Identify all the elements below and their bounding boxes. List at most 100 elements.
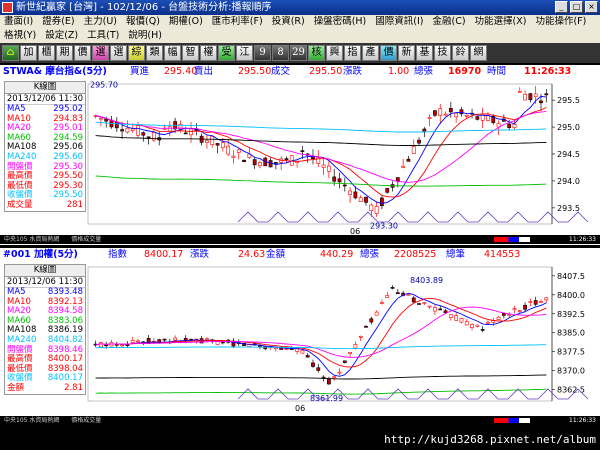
window-controls: _ □ × [555, 1, 598, 13]
candle-body [220, 142, 225, 148]
toolbar-button[interactable]: 鈴 [452, 45, 469, 61]
candle-body [539, 100, 543, 104]
candle-body [231, 155, 236, 158]
low-annotation: 293.30 [370, 222, 398, 231]
menu-item[interactable]: 說明(H) [128, 29, 162, 43]
toolbar-button[interactable]: 權 [200, 45, 217, 61]
candle-body [417, 303, 421, 305]
candle-body [454, 112, 459, 118]
menu-item[interactable]: 工具(T) [87, 29, 119, 43]
toolbar-button[interactable]: 價 [380, 45, 397, 61]
toolbar-button[interactable]: 網 [470, 45, 487, 61]
toolbar-button[interactable]: 櫃 [38, 45, 55, 61]
candle-body [210, 136, 215, 145]
menu-item[interactable]: 操盤密碼(H) [314, 15, 367, 29]
menu-item[interactable]: 報價(Q) [126, 15, 160, 29]
menu-item[interactable]: 匯市利率(F) [212, 15, 263, 29]
candle-body [401, 165, 406, 168]
toolbar-button[interactable]: 核 [308, 45, 325, 61]
bottom-chart-panel: #001 加權(5分) 指數 8400.17 漲跌 24.63 金額 440.2… [0, 248, 600, 422]
toolbar-button[interactable]: 新 [398, 45, 415, 61]
candle-body [475, 116, 480, 120]
toolbar-button[interactable]: 指 [344, 45, 361, 61]
toolbar-button[interactable]: 興 [326, 45, 343, 61]
candle-body [448, 107, 453, 113]
menu-item[interactable]: 功能操作(F) [535, 15, 586, 29]
candle-body [136, 125, 140, 136]
top-chart-panel: STWA& 摩台指&(5分) 買進 295.40 賣出 295.50 成交 29… [0, 65, 600, 245]
toolbar-button[interactable]: 技 [434, 45, 451, 61]
top-candlestick-chart[interactable]: 295.5295.0294.5294.0293.506295.70293.30 [0, 78, 600, 236]
candle-body [300, 150, 305, 152]
candle-body [395, 292, 400, 294]
menu-item[interactable]: 功能選擇(X) [475, 15, 527, 29]
candle-body [226, 145, 231, 155]
toolbar-button[interactable]: 綜 [128, 45, 145, 61]
menu-item[interactable]: 主力(U) [84, 15, 117, 29]
candle-body [162, 338, 167, 341]
window-title: 新世紀贏家 [台灣] - 102/12/06 - 台盤技術分析:播報順序 [16, 2, 272, 13]
menu-item[interactable]: 投資(R) [272, 15, 305, 29]
candle-body [242, 159, 246, 163]
candle-body [385, 188, 390, 193]
time-value: 11:26:33 [524, 66, 572, 77]
menu-item[interactable]: 證券(E) [42, 15, 74, 29]
toolbar-button[interactable]: 幅 [164, 45, 181, 61]
candle-body [496, 316, 501, 320]
bottom-status-mid: 價格成交量 [71, 417, 102, 424]
bottom-legend: K線圖 2013/12/06 11:30 MA5 8393.48 MA10 8392.… [4, 264, 86, 395]
chg-value: 1.00 [388, 66, 410, 77]
bottom-candlestick-chart[interactable]: 8407.5 8400.0 8392.5 8385.0 8377.5 8370.0 8362… [0, 261, 600, 413]
cnt-label: 總筆 [446, 249, 466, 260]
top-quote-header: STWA& 摩台指&(5分) 買進 295.40 賣出 295.50 成交 29… [0, 65, 600, 78]
top-status-left: 中央105 水資局熱網 [4, 236, 60, 243]
bottom-status-left: 中央105 水資局熱網 [4, 417, 60, 424]
menu-item[interactable]: 國際資訊(I) [375, 15, 423, 29]
candle-body [454, 315, 459, 321]
toolbar-button[interactable]: 類 [146, 45, 163, 61]
candle-body [353, 191, 358, 199]
candle-body [507, 123, 512, 128]
menu-item[interactable]: 期權(O) [169, 15, 203, 29]
toolbar-button[interactable]: 選 [110, 45, 127, 61]
toolbar-button[interactable]: 選 [92, 45, 109, 61]
menu-item[interactable]: 金融(C) [432, 15, 465, 29]
toolbar-button[interactable]: 期 [56, 45, 73, 61]
home-icon[interactable]: ⌂ [2, 45, 19, 61]
bottom-status-bar: 中央105 水資局熱網 價格成交量 11:26:33 [0, 416, 600, 425]
candle-body [130, 340, 135, 343]
candle-body [411, 146, 416, 155]
legend-value: 281 [66, 199, 83, 210]
toolbar-button[interactable]: 智 [182, 45, 199, 61]
candle-body [464, 321, 469, 326]
high-annotation: 295.70 [90, 80, 118, 89]
toolbar-button[interactable]: 8 [272, 45, 289, 61]
toolbar-button[interactable]: 9 [254, 45, 271, 61]
top-status-bar: 中央105 水資局熱網 價格成交量 11:26:33 [0, 235, 600, 244]
minimize-icon[interactable]: _ [555, 1, 568, 13]
candle-body [406, 294, 411, 296]
idx-value: 8400.17 [144, 249, 184, 260]
menu-item[interactable]: 格視(Y) [4, 29, 36, 43]
menu-item[interactable]: 設定(Z) [45, 29, 78, 43]
buy-label: 買進 [130, 66, 150, 77]
toolbar-button[interactable]: 加 [20, 45, 37, 61]
candle-body [311, 362, 315, 367]
candle-body [385, 295, 390, 298]
maximize-icon[interactable]: □ [570, 1, 583, 13]
close-icon[interactable]: × [585, 1, 598, 13]
toolbar-button[interactable]: 江 [236, 45, 253, 61]
candle-body [146, 136, 151, 139]
toolbar-button[interactable]: 基 [416, 45, 433, 61]
y-tick-label: 8377.5 [557, 348, 585, 357]
toolbar-button[interactable]: 29 [290, 45, 307, 61]
toolbar-button[interactable]: 價 [74, 45, 91, 61]
toolbar-button[interactable]: 受 [218, 45, 235, 61]
candle-body [374, 206, 379, 214]
candle-body [136, 340, 140, 343]
candle-body [141, 132, 146, 136]
bottom-quote-header: #001 加權(5分) 指數 8400.17 漲跌 24.63 金額 440.2… [0, 248, 600, 261]
candle-body [369, 204, 374, 211]
menu-item[interactable]: 畫面(I) [4, 15, 33, 29]
toolbar-button[interactable]: 產 [362, 45, 379, 61]
